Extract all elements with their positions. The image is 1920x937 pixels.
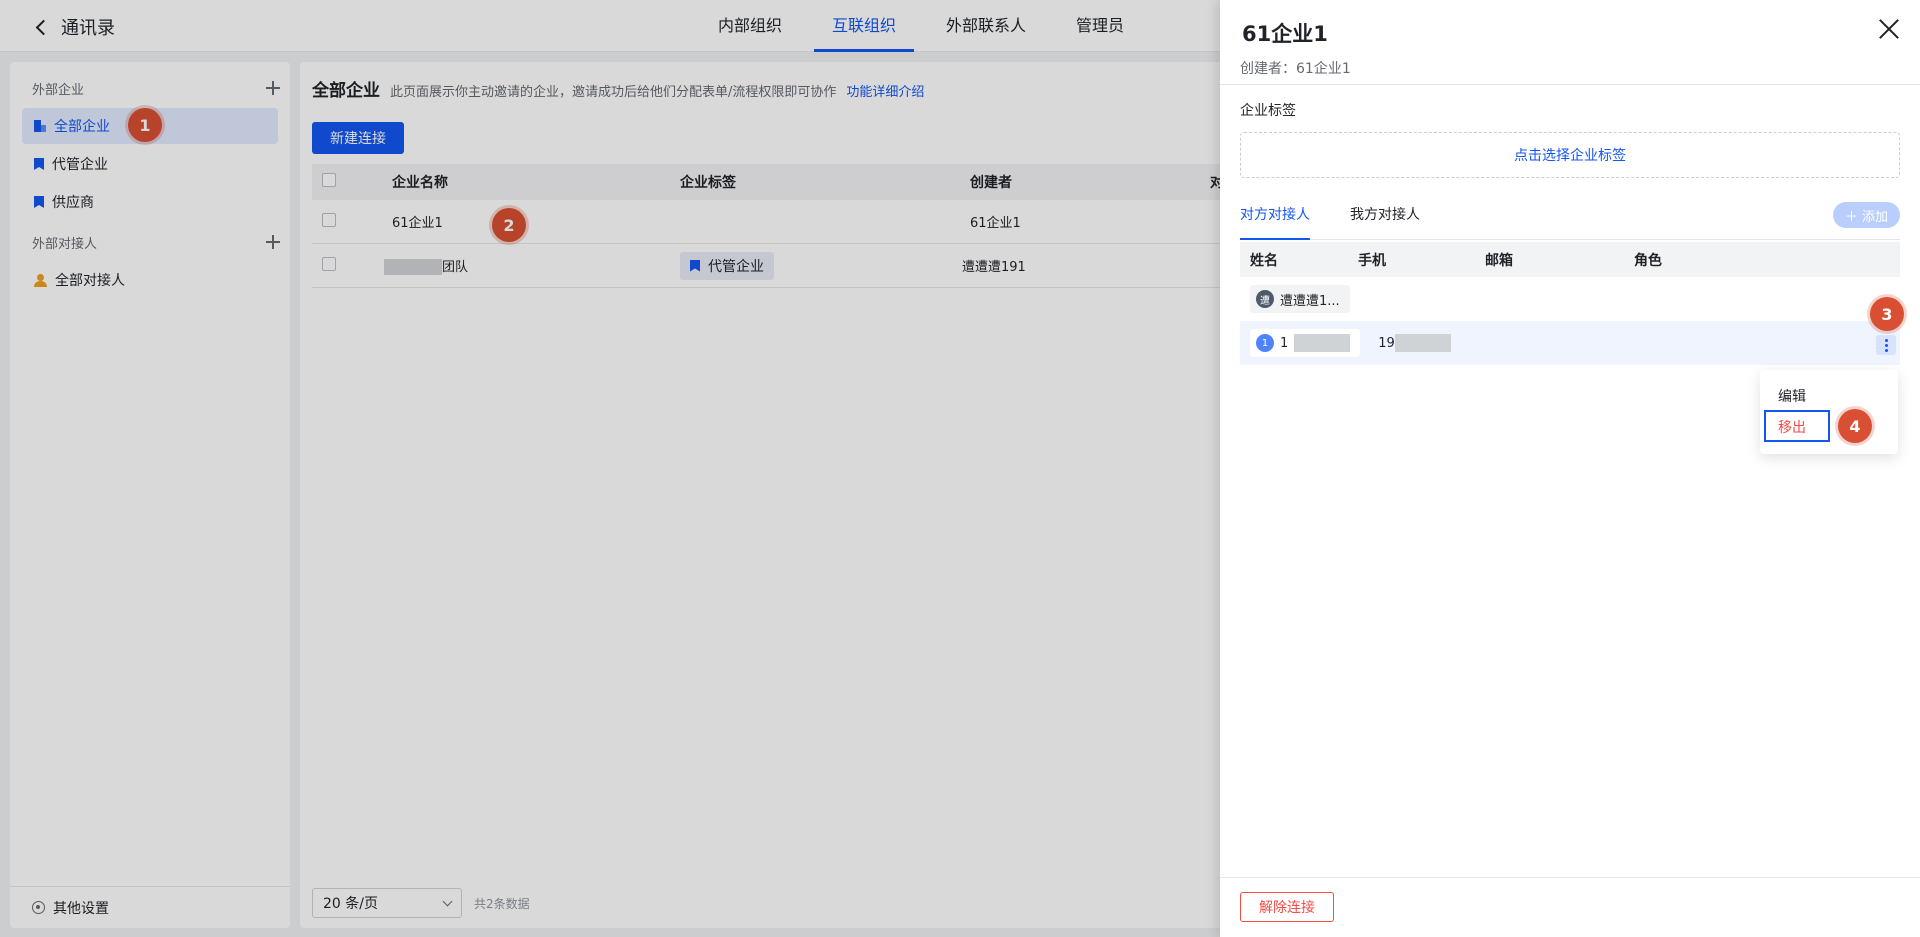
contacts-table: 姓名 手机 邮箱 角色 遭 遭遭遭1... 1 1 19 [1240,242,1900,365]
drawer-title: 61企业1 [1242,22,1328,46]
contact-name-chip[interactable]: 1 1 [1250,329,1361,357]
column-header: 邮箱 [1485,252,1513,269]
contacts-table-header: 姓名 手机 邮箱 角色 [1240,242,1900,277]
contact-phone: 19 [1378,334,1451,352]
column-header: 姓名 [1250,252,1278,269]
edit-menu-item[interactable]: 编辑 [1778,386,1806,406]
tab-their-contacts[interactable]: 对方对接人 [1240,204,1310,224]
contact-tabs: 对方对接人 我方对接人 ＋ 添加 [1240,196,1900,240]
close-icon[interactable] [1878,18,1900,40]
redacted-text [1394,334,1451,352]
drawer-creator: 创建者：61企业1 [1240,61,1351,77]
contact-name: 遭遭遭1... [1280,293,1340,309]
company-tag-label: 企业标签 [1240,103,1296,119]
more-actions-icon[interactable] [1876,335,1896,355]
row-action-menu: 编辑 移出 [1760,370,1898,454]
remove-menu-item[interactable]: 移出 [1764,410,1830,442]
divider [1220,84,1920,85]
disconnect-button[interactable]: 解除连接 [1240,892,1334,922]
column-header: 角色 [1634,252,1662,269]
add-contact-button[interactable]: ＋ 添加 [1832,202,1900,228]
step-marker-3: 3 [1870,297,1904,331]
step-marker-4: 4 [1838,409,1872,443]
contact-row[interactable]: 1 1 19 [1240,321,1900,365]
contact-row[interactable]: 遭 遭遭遭1... [1240,277,1900,321]
plus-icon: ＋ [1844,209,1858,225]
contact-name-chip[interactable]: 遭 遭遭遭1... [1250,285,1350,313]
phone-prefix: 19 [1378,335,1395,351]
redacted-text [1294,334,1351,352]
add-label: 添加 [1861,209,1888,225]
company-detail-drawer: 61企业1 创建者：61企业1 企业标签 点击选择企业标签 对方对接人 我方对接… [1220,0,1920,937]
contact-name: 1 [1280,335,1289,351]
column-header: 手机 [1358,252,1386,269]
active-tab-indicator [1240,238,1310,240]
drawer-footer: 解除连接 [1220,877,1920,937]
tab-our-contacts[interactable]: 我方对接人 [1350,204,1420,224]
select-company-tag-button[interactable]: 点击选择企业标签 [1240,132,1900,178]
avatar: 遭 [1256,290,1274,308]
avatar: 1 [1256,334,1274,352]
